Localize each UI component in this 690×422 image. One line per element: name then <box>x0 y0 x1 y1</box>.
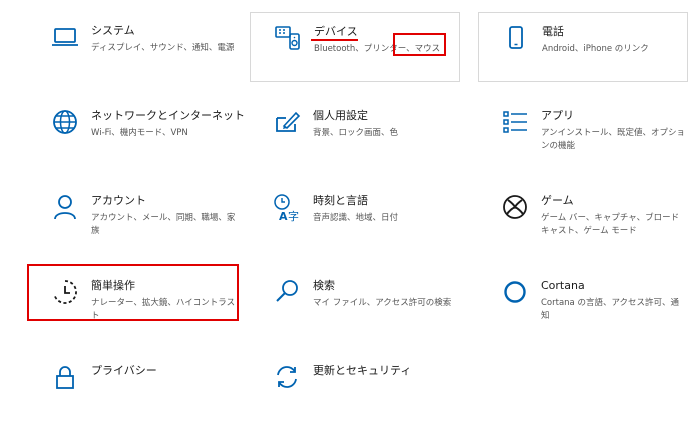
tile-title: 電話 <box>542 25 564 38</box>
tile-network[interactable]: ネットワークとインターネット Wi-Fi、機内モード、VPN <box>28 97 245 167</box>
tile-title: アプリ <box>541 109 574 122</box>
phone-icon <box>501 23 531 53</box>
tile-title: ネットワークとインターネット <box>91 109 245 122</box>
laptop-icon <box>50 22 80 52</box>
person-icon <box>50 192 80 222</box>
tile-gaming[interactable]: ゲーム ゲーム バー、キャプチャ、ブロードキャスト、ゲーム モード <box>478 182 688 252</box>
tile-title: 個人用設定 <box>313 109 368 122</box>
tile-description: マイ ファイル、アクセス許可の検索 <box>313 298 452 308</box>
tile-personalization[interactable]: 個人用設定 背景、ロック画面、色 <box>250 97 460 167</box>
tile-description: 背景、ロック画面、色 <box>313 128 399 138</box>
tile-time-language[interactable]: A 字 時刻と言語 音声認識、地域、日付 <box>250 182 460 252</box>
tile-description: ディスプレイ、サウンド、通知、電源 <box>91 43 235 53</box>
tile-title: ゲーム <box>541 194 574 207</box>
tile-cortana[interactable]: Cortana Cortana の言語、アクセス許可、通知 <box>478 267 688 337</box>
tile-title: 検索 <box>313 279 335 292</box>
tile-system[interactable]: システム ディスプレイ、サウンド、通知、電源 <box>28 12 238 82</box>
apps-list-icon <box>500 107 530 137</box>
tile-title: プライバシー <box>91 364 157 377</box>
tile-privacy[interactable]: プライバシー <box>28 352 238 422</box>
tile-description: Cortana の言語、アクセス許可、通知 <box>541 298 680 321</box>
tile-description: アンインストール、既定値、オプションの機能 <box>541 128 685 151</box>
tile-title: 更新とセキュリティ <box>313 364 412 377</box>
svg-text:字: 字 <box>288 209 299 222</box>
tile-update-security[interactable]: 更新とセキュリティ <box>250 352 460 422</box>
cortana-icon <box>500 277 530 307</box>
time-language-icon: A 字 <box>272 192 302 222</box>
tile-title: デバイス <box>314 25 358 38</box>
tile-description: Wi-Fi、機内モード、VPN <box>91 128 188 138</box>
tile-title: アカウント <box>91 194 146 207</box>
tile-title: 時刻と言語 <box>313 194 368 207</box>
annotation-box-ease-of-access <box>27 264 239 321</box>
search-icon <box>272 277 302 307</box>
devices-icon <box>273 23 303 53</box>
xbox-icon <box>500 192 530 222</box>
tile-phone[interactable]: 電話 Android、iPhone のリンク <box>478 12 688 82</box>
globe-icon <box>50 107 80 137</box>
svg-text:A: A <box>279 210 288 222</box>
tile-title: システム <box>91 24 135 37</box>
tile-description: Android、iPhone のリンク <box>542 44 649 54</box>
tile-accounts[interactable]: アカウント アカウント、メール、同期、職場、家族 <box>28 182 238 252</box>
tile-title: Cortana <box>541 279 585 292</box>
tile-description: アカウント、メール、同期、職場、家族 <box>91 213 236 236</box>
personalization-icon <box>272 107 302 137</box>
tile-search[interactable]: 検索 マイ ファイル、アクセス許可の検索 <box>250 267 460 337</box>
tile-description: 音声認識、地域、日付 <box>313 213 399 223</box>
annotation-underline-devices <box>311 39 358 41</box>
tile-description: ゲーム バー、キャプチャ、ブロードキャスト、ゲーム モード <box>541 213 680 236</box>
tile-apps[interactable]: アプリ アンインストール、既定値、オプションの機能 <box>478 97 688 167</box>
annotation-box-mouse <box>393 33 446 56</box>
